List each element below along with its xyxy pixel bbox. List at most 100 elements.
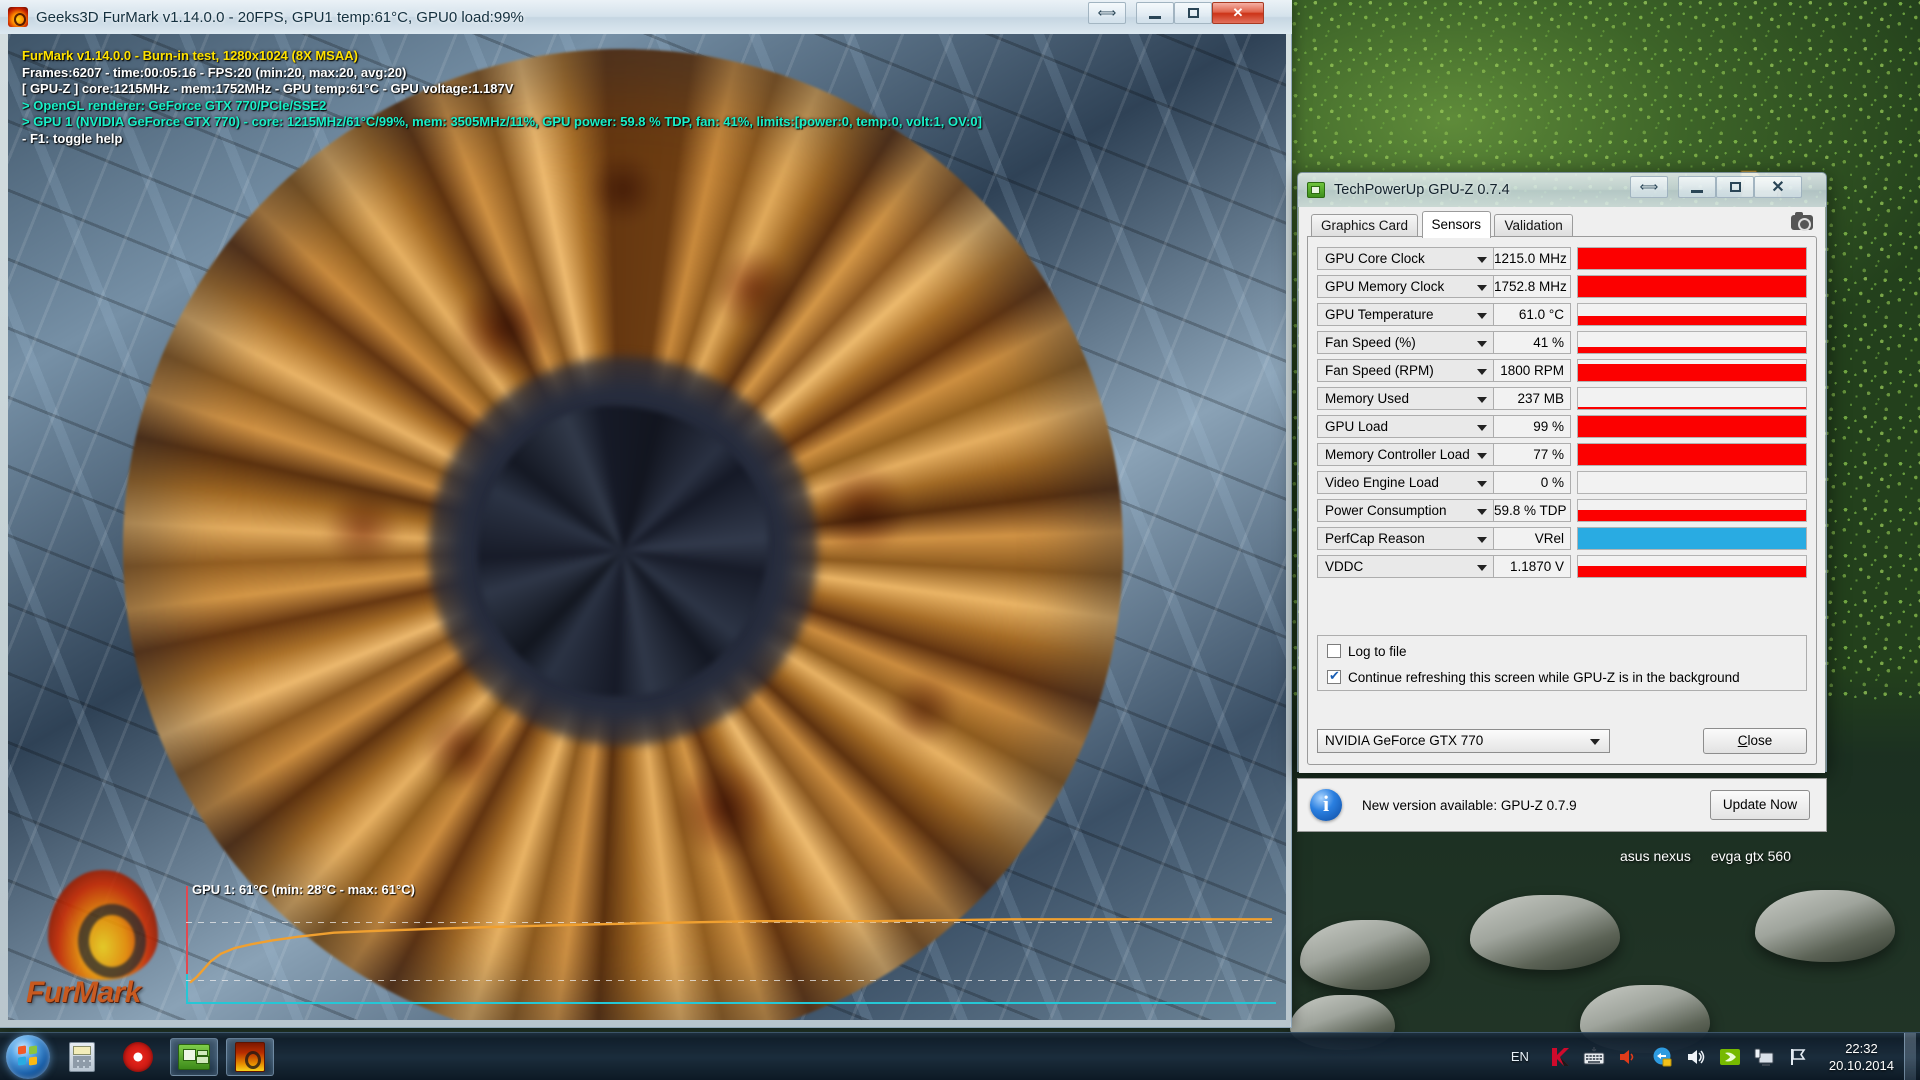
sensor-row: Video Engine Load0 % [1317,471,1807,494]
sensor-name-label: Memory Used [1325,391,1409,406]
show-desktop-button[interactable] [1904,1033,1916,1080]
chevron-down-icon [1590,739,1600,745]
taskbar-item-furmark[interactable] [226,1038,274,1076]
taskbar-item-opera[interactable] [114,1038,162,1076]
furmark-flame-icon [48,870,158,980]
gpuz-window[interactable]: TechPowerUp GPU-Z 0.7.4 ⟺ ✕ Graphics Car… [1297,172,1827,772]
sensor-name-dropdown[interactable]: Fan Speed (RPM) [1317,359,1494,382]
sensor-name-dropdown[interactable]: GPU Memory Clock [1317,275,1494,298]
minimize-button[interactable] [1136,2,1174,24]
sensor-name-dropdown[interactable]: Memory Used [1317,387,1494,410]
continue-refreshing-checkbox[interactable] [1327,670,1341,684]
sensor-name-label: Memory Controller Load [1325,447,1470,462]
sensor-name-dropdown[interactable]: Memory Controller Load [1317,443,1494,466]
log-to-file-checkbox[interactable] [1327,644,1341,658]
taskbar[interactable]: EN [0,1032,1920,1080]
minimize-button[interactable] [1678,176,1716,198]
sensor-row: GPU Load99 % [1317,415,1807,438]
kaspersky-icon[interactable] [1549,1046,1571,1068]
start-orb-quadrant [18,1056,26,1065]
keyboard-icon[interactable] [1583,1046,1605,1068]
furmark-titlebar[interactable]: Geeks3D FurMark v1.14.0.0 - 20FPS, GPU1 … [0,0,1292,34]
close-button[interactable]: ✕ [1754,176,1802,198]
osd-line-help: - F1: toggle help [22,131,1032,148]
log-to-file-row[interactable]: Log to file [1327,640,1806,662]
chevron-down-icon [1477,481,1487,487]
sensor-list: GPU Core Clock 1215.0 MHzGPU Memory Clock… [1317,247,1807,583]
tab-sensors[interactable]: Sensors [1422,211,1492,238]
sensor-row: GPU Core Clock 1215.0 MHz [1317,247,1807,270]
volume-icon[interactable] [1685,1046,1707,1068]
furmark-window-controls[interactable]: ⟺ ✕ [1088,2,1264,24]
clock[interactable]: 22:32 20.10.2014 [1829,1040,1894,1074]
sensor-row: PerfCap ReasonVRel [1317,527,1807,550]
gpuz-tab-strip[interactable]: Graphics Card Sensors Validation [1299,207,1825,233]
nvidia-icon[interactable] [1719,1046,1741,1068]
sensor-name-dropdown[interactable]: Power Consumption [1317,499,1494,522]
chevron-down-icon [1477,537,1487,543]
start-orb[interactable] [6,1035,50,1079]
sensor-name-dropdown[interactable]: PerfCap Reason [1317,527,1494,550]
gpuz-titlebar[interactable]: TechPowerUp GPU-Z 0.7.4 ⟺ ✕ [1298,173,1826,207]
maximize-button[interactable] [1174,2,1212,24]
osd-line-title: FurMark v1.14.0.0 - Burn-in test, 1280x1… [22,48,1032,65]
sensor-options-group: Log to file Continue refreshing this scr… [1317,635,1807,691]
sensor-value: 99 % [1494,415,1571,438]
gpuz-window-controls[interactable]: ⟺ ✕ [1630,176,1802,198]
chevron-down-icon [1477,397,1487,403]
sensor-graph-fill [1578,347,1806,353]
tab-graphics-card[interactable]: Graphics Card [1311,214,1418,238]
tab-validation[interactable]: Validation [1494,214,1572,238]
close-dialog-button[interactable]: Close [1703,728,1807,754]
furmark-logo-text: FurMark [26,976,186,1010]
furmark-window[interactable]: Geeks3D FurMark v1.14.0.0 - 20FPS, GPU1 … [0,0,1292,1028]
update-now-button[interactable]: Update Now [1710,790,1810,820]
taskbar-item-calculator[interactable] [58,1038,106,1076]
sensor-graph-fill [1578,528,1806,549]
sensor-row: Fan Speed (RPM)1800 RPM [1317,359,1807,382]
sensor-name-dropdown[interactable]: VDDC [1317,555,1494,578]
sensor-name-dropdown[interactable]: Video Engine Load [1317,471,1494,494]
sensor-value: 77 % [1494,443,1571,466]
sensor-name-label: GPU Core Clock [1325,251,1425,266]
temperature-graph: GPU 1: 61°C (min: 28°C - max: 61°C) [186,886,1276,1004]
sensor-value: 0 % [1494,471,1571,494]
continue-refreshing-row[interactable]: Continue refreshing this screen while GP… [1327,666,1806,688]
sensor-name-dropdown[interactable]: Fan Speed (%) [1317,331,1494,354]
camera-icon[interactable] [1791,215,1813,230]
sensor-graph [1577,415,1807,438]
sensor-graph-fill [1578,276,1806,297]
furmark-render-canvas[interactable]: FurMark v1.14.0.0 - Burn-in test, 1280x1… [8,34,1286,1020]
system-tray[interactable]: EN [1511,1033,1920,1080]
sensor-graph-fill [1578,510,1806,521]
sensor-graph [1577,331,1807,354]
wallpaper-rock [1300,920,1430,990]
resize-toggle-button[interactable]: ⟺ [1630,176,1668,198]
start-orb-quadrant [29,1056,37,1065]
sensor-name-label: Fan Speed (%) [1325,335,1416,350]
start-orb-quadrant [29,1045,37,1054]
sensor-name-dropdown[interactable]: GPU Temperature [1317,303,1494,326]
sensor-graph [1577,303,1807,326]
network-icon[interactable] [1753,1046,1775,1068]
sensor-name-dropdown[interactable]: GPU Core Clock [1317,247,1494,270]
clock-time: 22:32 [1829,1040,1894,1057]
sensor-graph [1577,387,1807,410]
sensor-value: 1215.0 MHz [1494,247,1571,270]
maximize-button[interactable] [1716,176,1754,198]
desktop-icon-label[interactable]: evga gtx 560 [1711,848,1791,864]
taskbar-item-gpu-z[interactable] [170,1038,218,1076]
teamviewer-icon[interactable] [1651,1046,1673,1068]
chevron-down-icon [1477,285,1487,291]
language-indicator[interactable]: EN [1511,1049,1529,1064]
close-button[interactable]: ✕ [1212,2,1264,24]
resize-toggle-button[interactable]: ⟺ [1088,2,1126,24]
volume-muted-icon[interactable] [1617,1046,1639,1068]
gpu-selector-dropdown[interactable]: NVIDIA GeForce GTX 770 [1317,729,1610,753]
sensor-value: 237 MB [1494,387,1571,410]
update-notification-bar[interactable]: New version available: GPU-Z 0.7.9 Updat… [1297,778,1827,832]
sensor-value: 1752.8 MHz [1494,275,1571,298]
desktop-icon-label[interactable]: asus nexus [1620,848,1691,864]
sensor-name-dropdown[interactable]: GPU Load [1317,415,1494,438]
flag-icon[interactable] [1787,1046,1809,1068]
